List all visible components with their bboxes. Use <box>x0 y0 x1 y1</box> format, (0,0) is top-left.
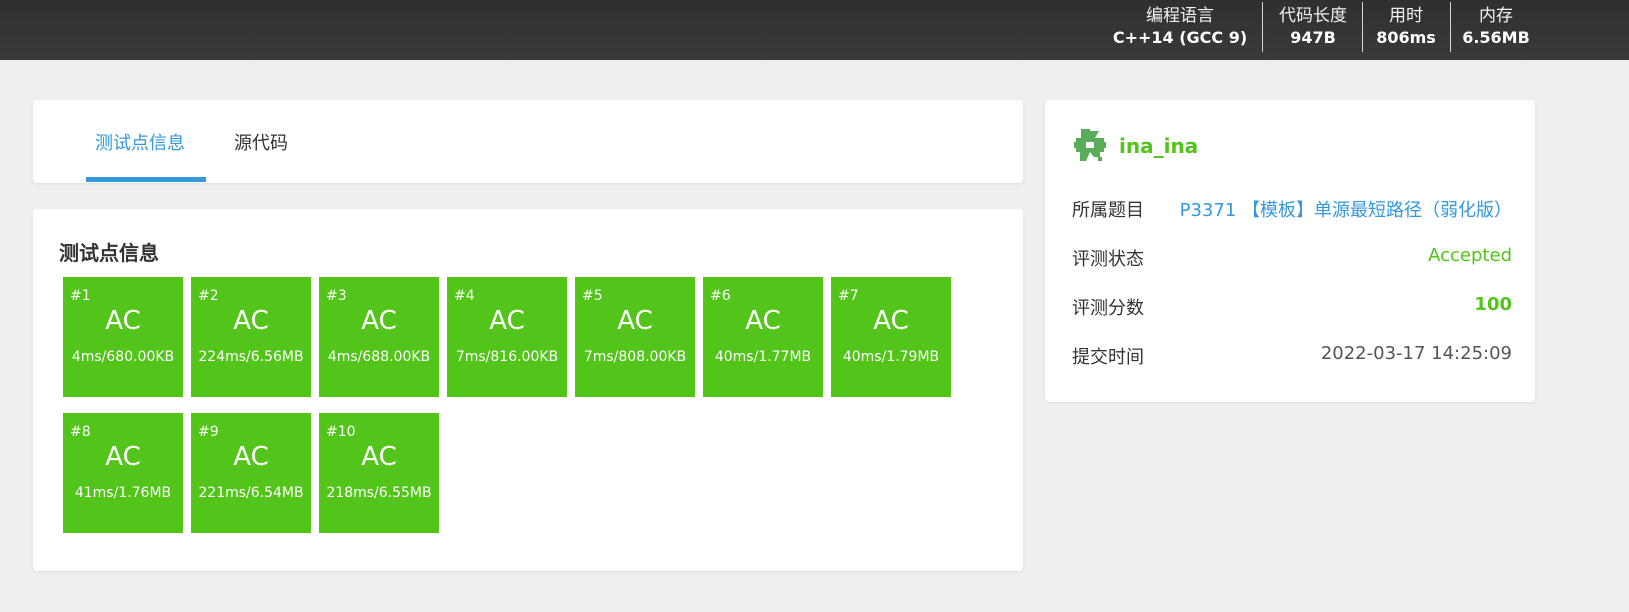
stat-time-value: 806ms <box>1376 28 1436 47</box>
test-case-info: 221ms/6.54MB <box>198 485 304 501</box>
stat-code-length: 代码长度 947B <box>1270 0 1356 54</box>
tab-source-code-label: 源代码 <box>234 132 288 154</box>
stat-divider <box>1362 2 1363 52</box>
test-case-id: #1 <box>70 288 91 304</box>
stat-language-label: 编程语言 <box>1146 6 1214 26</box>
test-case-info: 40ms/1.77MB <box>714 349 812 365</box>
stat-memory-label: 内存 <box>1479 6 1513 26</box>
test-case-status: AC <box>233 306 269 336</box>
tab-test-info[interactable]: 测试点信息 <box>95 100 185 183</box>
stat-time: 用时 806ms <box>1368 0 1444 54</box>
status-value: Accepted <box>1428 245 1512 266</box>
stat-divider <box>1262 2 1263 52</box>
test-case[interactable]: #10 AC 218ms/6.55MB <box>319 413 439 533</box>
test-case[interactable]: #1 AC 4ms/680.00KB <box>63 277 183 397</box>
submit-time-value: 2022-03-17 14:25:09 <box>1320 343 1512 364</box>
tab-source-code[interactable]: 源代码 <box>234 100 288 183</box>
test-cases-card: 测试点信息 #1 AC 4ms/680.00KB #2 AC 224ms/6.5… <box>33 209 1023 571</box>
test-case-status: AC <box>233 442 269 472</box>
test-case-id: #4 <box>454 288 475 304</box>
test-case-info: 218ms/6.55MB <box>326 485 432 501</box>
stat-divider <box>1450 2 1451 52</box>
stat-memory-value: 6.56MB <box>1462 28 1530 47</box>
test-case-id: #6 <box>710 288 731 304</box>
test-case[interactable]: #6 AC 40ms/1.77MB <box>703 277 823 397</box>
test-case-id: #5 <box>582 288 603 304</box>
test-case[interactable]: #4 AC 7ms/816.00KB <box>447 277 567 397</box>
submission-stats-bar: 编程语言 C++14 (GCC 9) 代码长度 947B 用时 806ms 内存… <box>0 0 1629 60</box>
test-case-status: AC <box>361 442 397 472</box>
test-case-id: #9 <box>198 424 219 440</box>
stat-memory: 内存 6.56MB <box>1456 0 1536 54</box>
tabs-card: 测试点信息 源代码 <box>33 100 1023 183</box>
score-label: 评测分数 <box>1072 298 1144 319</box>
status-row: 评测状态 Accepted <box>1072 245 1512 271</box>
test-case-info: 7ms/816.00KB <box>455 349 559 365</box>
stat-language-value: C++14 (GCC 9) <box>1112 28 1248 47</box>
test-case[interactable]: #2 AC 224ms/6.56MB <box>191 277 311 397</box>
test-case-info: 224ms/6.56MB <box>198 349 304 365</box>
test-case[interactable]: #8 AC 41ms/1.76MB <box>63 413 183 533</box>
test-case-status: AC <box>873 306 909 336</box>
test-case-id: #7 <box>838 288 859 304</box>
stat-code-length-label: 代码长度 <box>1279 6 1347 26</box>
test-case-id: #10 <box>326 424 356 440</box>
test-case-status: AC <box>489 306 525 336</box>
stat-code-length-value: 947B <box>1290 28 1336 47</box>
test-case-info: 41ms/1.76MB <box>74 485 172 501</box>
submission-info-card: ina_ina 所属题目 P3371 【模板】单源最短路径（弱化版） 评测状态 … <box>1045 100 1535 402</box>
submit-time-row: 提交时间 2022-03-17 14:25:09 <box>1072 343 1512 369</box>
test-case-id: #2 <box>198 288 219 304</box>
test-case-info: 4ms/688.00KB <box>327 349 431 365</box>
test-case-info: 40ms/1.79MB <box>842 349 940 365</box>
test-case-info: 7ms/808.00KB <box>583 349 687 365</box>
test-case-status: AC <box>105 306 141 336</box>
test-case-status: AC <box>617 306 653 336</box>
status-label: 评测状态 <box>1072 249 1144 270</box>
identicon-avatar-icon[interactable] <box>1072 127 1108 163</box>
stat-time-label: 用时 <box>1389 6 1423 26</box>
problem-label: 所属题目 <box>1072 200 1144 221</box>
score-row: 评测分数 100 <box>1072 294 1512 320</box>
test-cases-title: 测试点信息 <box>59 241 159 265</box>
test-case-id: #8 <box>70 424 91 440</box>
test-case[interactable]: #7 AC 40ms/1.79MB <box>831 277 951 397</box>
score-value: 100 <box>1474 294 1512 315</box>
problem-row: 所属题目 P3371 【模板】单源最短路径（弱化版） <box>1072 196 1512 222</box>
test-case-status: AC <box>361 306 397 336</box>
test-case-status: AC <box>745 306 781 336</box>
test-case-status: AC <box>105 442 141 472</box>
submit-time-label: 提交时间 <box>1072 347 1144 368</box>
problem-link[interactable]: P3371 【模板】单源最短路径（弱化版） <box>1180 196 1512 222</box>
stat-language: 编程语言 C++14 (GCC 9) <box>1105 0 1255 54</box>
username-link[interactable]: ina_ina <box>1119 134 1198 158</box>
test-case-info: 4ms/680.00KB <box>71 349 175 365</box>
tab-test-info-label: 测试点信息 <box>95 132 185 154</box>
test-case[interactable]: #9 AC 221ms/6.54MB <box>191 413 311 533</box>
test-case-id: #3 <box>326 288 347 304</box>
test-case[interactable]: #5 AC 7ms/808.00KB <box>575 277 695 397</box>
active-tab-indicator <box>86 177 206 182</box>
test-case[interactable]: #3 AC 4ms/688.00KB <box>319 277 439 397</box>
